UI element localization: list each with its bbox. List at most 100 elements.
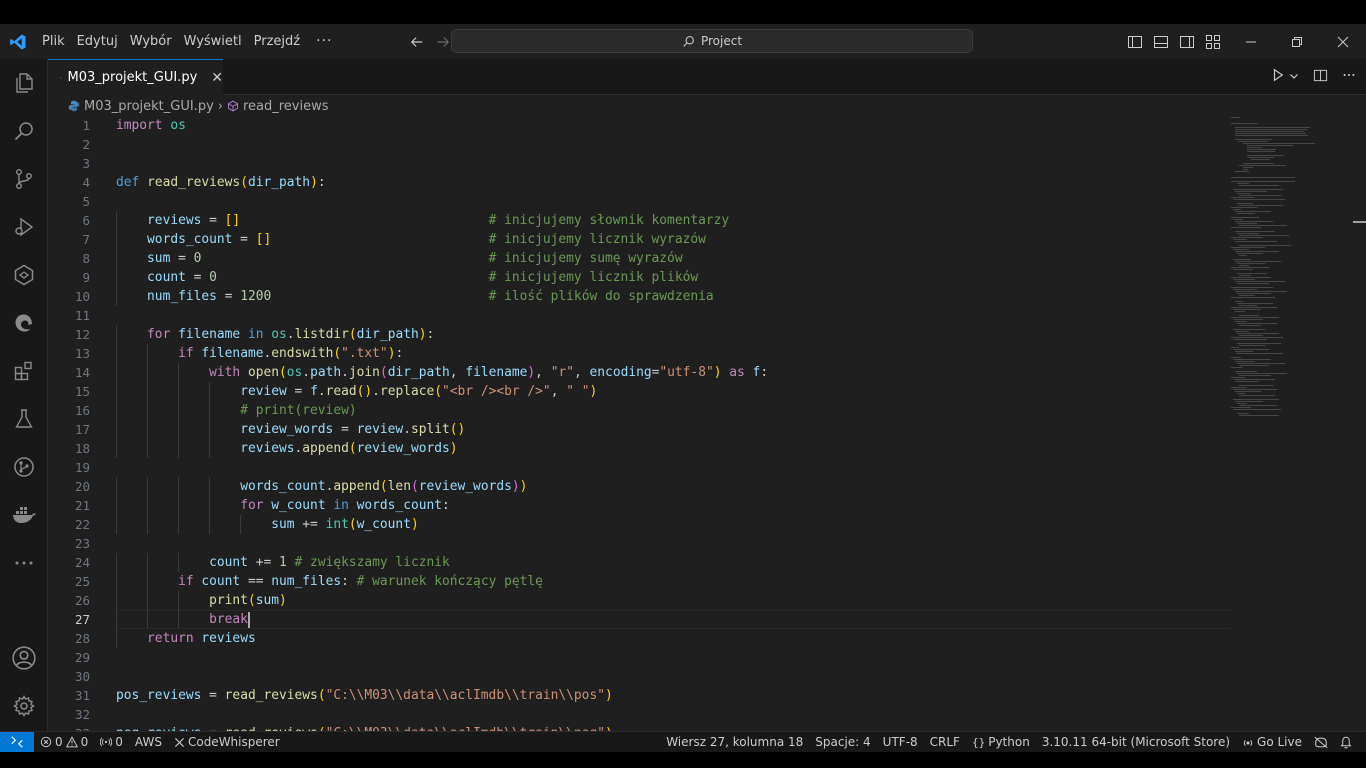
code-line[interactable]: break (116, 610, 250, 629)
code-line[interactable]: words_count = [] # inicjujemy licznik wy… (116, 230, 706, 249)
menu-more-button[interactable]: ··· (306, 24, 342, 59)
code-line[interactable]: reviews.append(review_words) (116, 439, 457, 458)
docker-icon[interactable] (0, 491, 48, 539)
more-actions-icon[interactable] (1342, 68, 1356, 86)
python-interpreter[interactable]: 3.10.11 64-bit (Microsoft Store) (1036, 732, 1236, 753)
code-line[interactable]: review = f.read().replace("<br /><br />"… (116, 382, 597, 401)
minimize-icon[interactable] (1228, 24, 1274, 59)
problems-indicator[interactable]: 0 0 (34, 732, 94, 753)
extensions-icon[interactable] (0, 347, 48, 395)
code-line[interactable]: for w_count in words_count: (116, 496, 450, 515)
cursor-position[interactable]: Wiersz 27, kolumna 18 (660, 732, 809, 753)
menu-file[interactable]: Plik (36, 24, 71, 59)
restore-icon[interactable] (1274, 24, 1320, 59)
code-token: == (240, 574, 272, 589)
indent-guide (147, 553, 149, 572)
close-window-icon[interactable] (1320, 24, 1366, 59)
line-number: 6 (82, 213, 90, 228)
toggle-secondary-sidebar-icon[interactable] (1178, 33, 1196, 51)
code-line[interactable]: import os (116, 117, 186, 135)
code-token: sum (147, 251, 171, 266)
breadcrumb-symbol[interactable]: read_reviews (243, 99, 329, 114)
tab-m03-projekt-gui[interactable]: M03_projekt_GUI.py ✕ (48, 59, 223, 95)
code-token: = (201, 213, 225, 228)
code-token: # zwiększamy licznik (294, 555, 450, 570)
code-editor[interactable]: 1 2 3 4 5 6 7 8 9 10 11 12 13 14 15 16 17 18 19 20 21 22 23 24 2… (48, 117, 1366, 731)
code-line[interactable]: return reviews (116, 629, 256, 648)
code-line[interactable]: count = 0 # inicjujemy licznik plików (116, 268, 698, 287)
language-mode[interactable]: {} Python (966, 732, 1036, 753)
vertical-scrollbar[interactable] (1354, 117, 1366, 731)
code-line[interactable]: num_files = 1200 # ilość plików do spraw… (116, 287, 714, 306)
code-line[interactable]: review_words = review.split() (116, 420, 465, 439)
copilot-status[interactable] (1308, 736, 1334, 749)
chevron-down-icon[interactable] (1289, 70, 1299, 85)
aws-indicator[interactable]: AWS (129, 732, 168, 753)
code-token: : (341, 574, 357, 589)
split-editor-icon[interactable] (1313, 68, 1328, 87)
codewhisperer-label: CodeWhisperer (187, 734, 280, 749)
menu-selection[interactable]: Wybór (124, 24, 178, 59)
code-token: as (729, 365, 745, 380)
search-sidebar-icon[interactable] (0, 107, 48, 155)
command-center-search[interactable]: Project (451, 29, 973, 53)
source-control-icon[interactable] (0, 155, 48, 203)
menu-edit[interactable]: Edytuj (71, 24, 124, 59)
code-area[interactable]: import os def read_reviews(dir_path): rev… (116, 117, 1226, 731)
code-token: ) (527, 365, 536, 380)
run-debug-icon[interactable] (0, 203, 48, 251)
code-line[interactable]: for filename in os.listdir(dir_path): (116, 325, 434, 344)
code-line[interactable]: sum += int(w_count) (116, 515, 419, 534)
menu-view[interactable]: Wyświetl (178, 24, 248, 59)
indent-guide (116, 211, 117, 230)
back-arrow-icon[interactable] (404, 24, 430, 59)
minimap[interactable] (1231, 117, 1353, 731)
more-views-icon[interactable] (0, 539, 48, 587)
end-of-line[interactable]: CRLF (924, 732, 966, 753)
explorer-icon[interactable] (0, 59, 48, 107)
ports-indicator[interactable]: 0 (94, 732, 129, 753)
extension-hexagon-icon[interactable] (0, 251, 48, 299)
code-token: count (201, 574, 241, 589)
close-tab-icon[interactable]: ✕ (211, 70, 223, 86)
toggle-primary-sidebar-icon[interactable] (1126, 33, 1144, 51)
ports-count: 0 (115, 734, 123, 749)
code-line[interactable]: if filename.endswith(".txt"): (116, 344, 403, 363)
indentation[interactable]: Spacje: 4 (809, 732, 876, 753)
text-cursor (247, 611, 250, 628)
line-number: 14 (74, 365, 90, 380)
code-line[interactable]: sum = 0 # inicjujemy sumę wyrazów (116, 249, 683, 268)
code-line[interactable]: neg_reviews = read_reviews("C:\\M03\\dat… (116, 724, 613, 731)
indent-guide (209, 382, 211, 401)
code-line[interactable]: reviews = [] # inicjujemy słownik koment… (116, 211, 729, 230)
go-live-label: Go Live (1257, 735, 1302, 749)
settings-gear-icon[interactable] (0, 682, 48, 730)
remote-indicator-icon[interactable] (0, 731, 34, 753)
code-token: ) (410, 517, 419, 532)
git-lens-icon[interactable] (0, 443, 48, 491)
code-token: num_files (147, 289, 217, 304)
codewhisperer-indicator[interactable]: CodeWhisperer (168, 732, 286, 753)
code-line[interactable]: # print(review) (116, 401, 356, 420)
accounts-icon[interactable] (0, 634, 48, 682)
breadcrumb-file[interactable]: M03_projekt_GUI.py (84, 99, 214, 114)
go-live-button[interactable]: Go Live (1236, 732, 1308, 753)
code-line[interactable]: with open(os.path.join(dir_path, filenam… (116, 363, 768, 382)
run-python-file-icon[interactable] (1271, 68, 1285, 86)
code-line[interactable]: if count == num_files: # warunek kończąc… (116, 572, 543, 591)
code-line[interactable]: print(sum) (116, 591, 287, 610)
code-token: ) (279, 593, 287, 608)
customize-layout-icon[interactable] (1204, 33, 1222, 51)
edge-browser-icon[interactable] (0, 299, 48, 347)
menu-go[interactable]: Przejdź (248, 24, 306, 59)
encoding[interactable]: UTF-8 (877, 732, 924, 753)
code-token: open (247, 365, 279, 380)
code-line[interactable]: pos_reviews = read_reviews("C:\\M03\\dat… (116, 686, 613, 705)
toggle-panel-icon[interactable] (1152, 33, 1170, 51)
testing-flask-icon[interactable] (0, 395, 48, 443)
indent-guide (147, 363, 149, 382)
notifications-bell[interactable] (1334, 736, 1358, 749)
code-line[interactable]: def read_reviews(dir_path): (116, 173, 326, 192)
code-line[interactable]: count += 1 # zwiększamy licznik (116, 553, 450, 572)
